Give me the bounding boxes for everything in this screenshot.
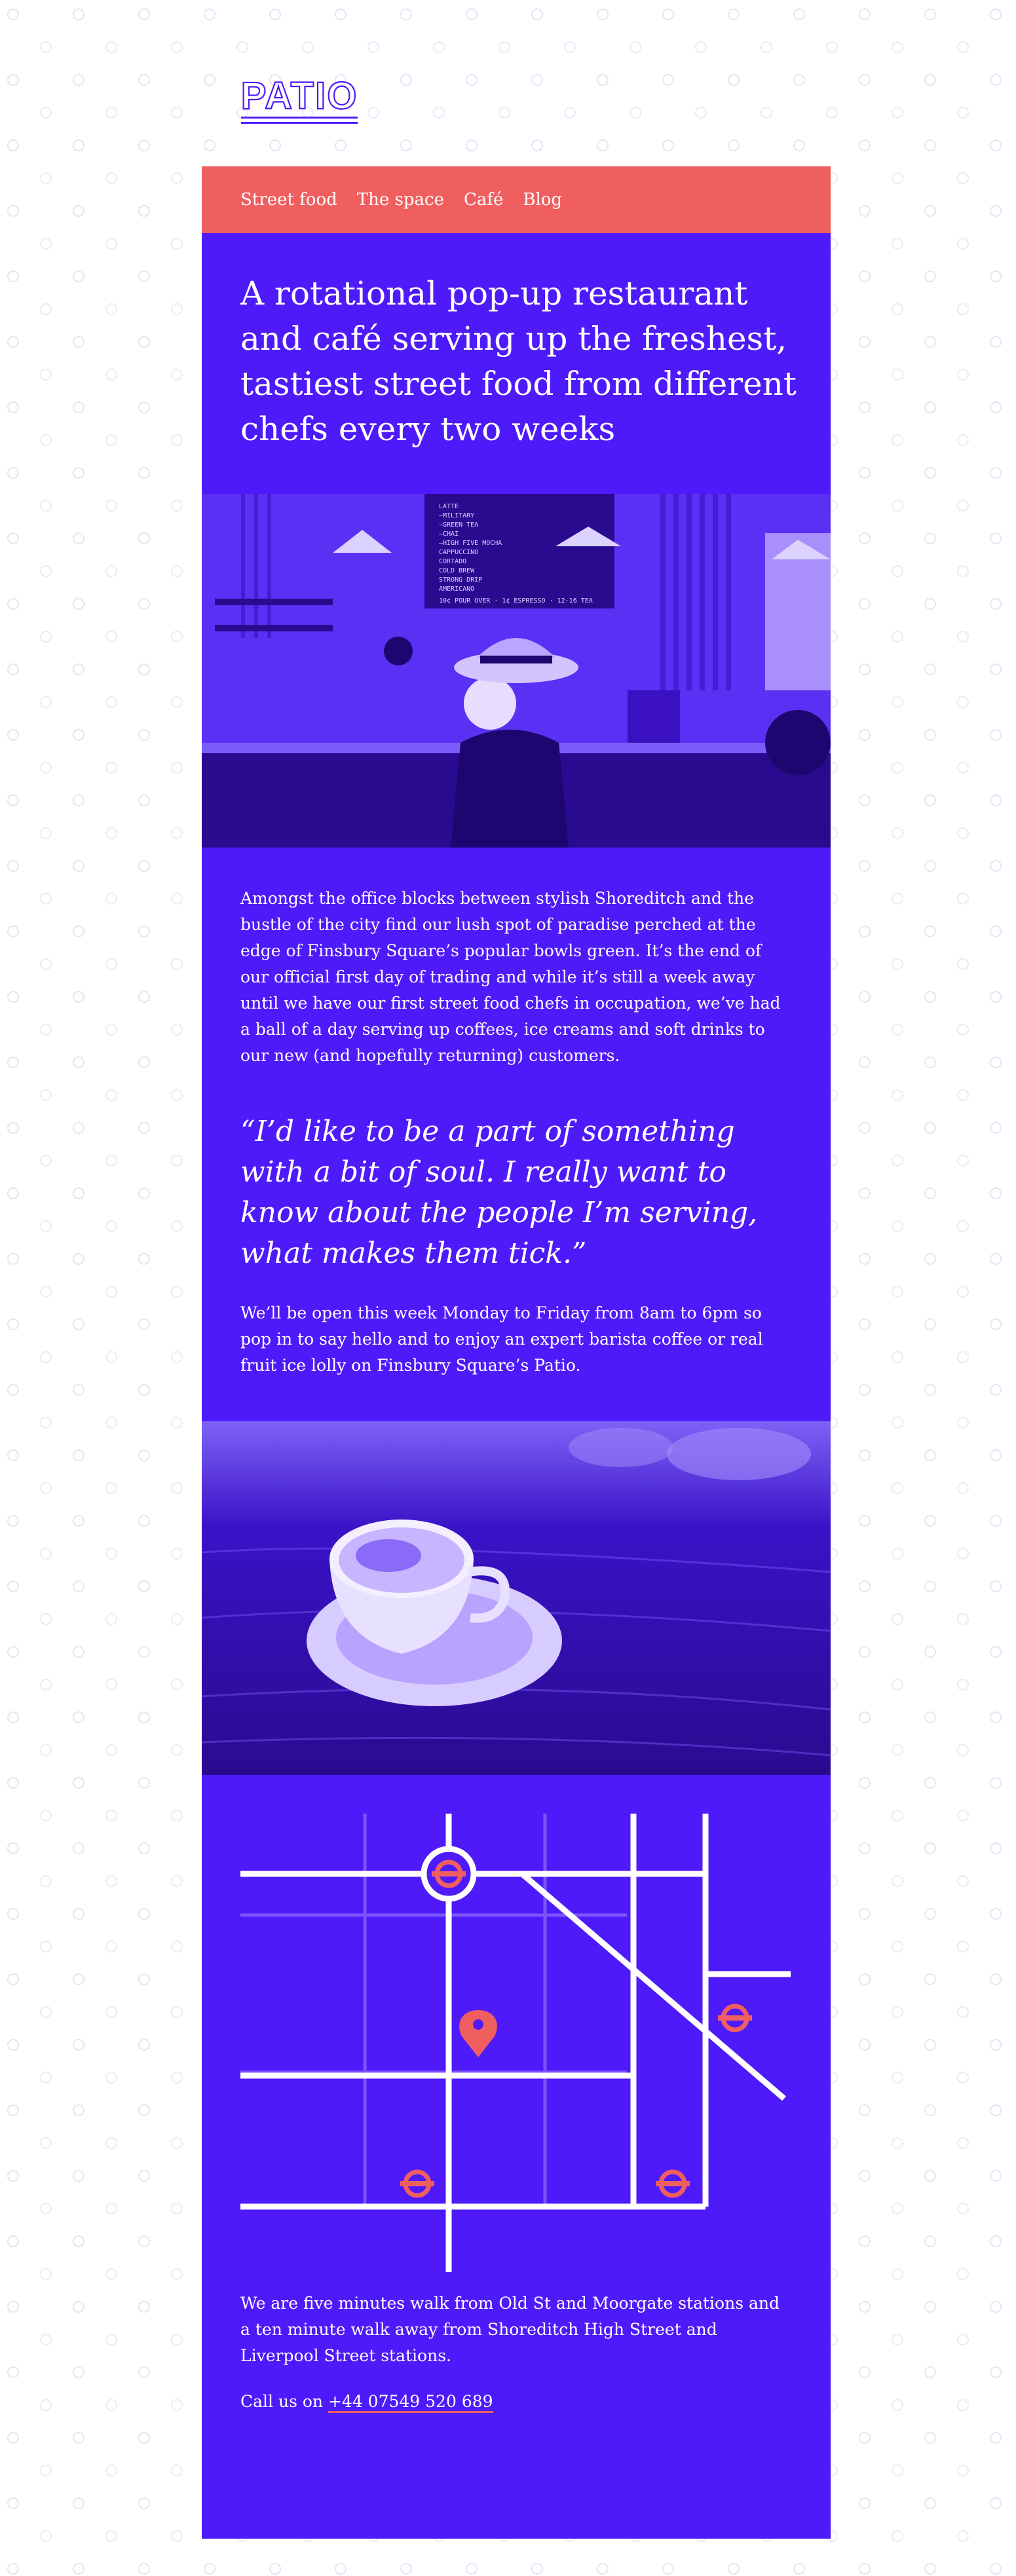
station-shoreditch-icon	[718, 2004, 752, 2032]
nav-the-space[interactable]: The space	[357, 190, 444, 210]
svg-text:—GREEN TEA: —GREEN TEA	[439, 521, 478, 529]
location-map[interactable]	[240, 1814, 791, 2272]
opening-hours-paragraph: We’ll be open this week Monday to Friday…	[240, 1303, 763, 1375]
main-card: Street food The space Café Blog A rotati…	[202, 166, 831, 2539]
main-nav: Street food The space Café Blog	[202, 166, 831, 233]
patio-logo[interactable]: PATIO	[240, 76, 358, 127]
svg-text:COLD BREW: COLD BREW	[439, 567, 475, 574]
page-headline: A rotational pop-up restaurant and café …	[240, 274, 797, 448]
svg-text:CAPPUCCINO: CAPPUCCINO	[439, 549, 478, 556]
call-line: Call us on +44 07549 520 689	[240, 2389, 493, 2415]
intro-paragraph: Amongst the office blocks between stylis…	[240, 889, 781, 1065]
svg-text:STRONG DRIP: STRONG DRIP	[439, 576, 482, 584]
stations-paragraph: We are five minutes walk from Old St and…	[240, 2294, 780, 2365]
nav-cafe[interactable]: Café	[464, 190, 503, 210]
svg-text:LATTE: LATTE	[439, 503, 459, 510]
logo-wordmark: PATIO	[241, 76, 358, 117]
station-old-street-icon	[421, 1846, 477, 1902]
svg-text:—HIGH FIVE MOCHA: —HIGH FIVE MOCHA	[439, 540, 502, 547]
pull-quote: “I’d like to be a part of something with…	[240, 1115, 758, 1270]
cafe-interior-photo: LATTE —MILITARY —GREEN TEA —CHAI —HIGH F…	[202, 494, 831, 848]
location-pin-icon	[459, 2010, 497, 2057]
call-prefix: Call us on	[240, 2392, 324, 2411]
nav-street-food[interactable]: Street food	[240, 190, 337, 210]
station-liverpool-street-icon	[656, 2169, 690, 2198]
svg-text:CORTADO: CORTADO	[439, 558, 466, 565]
svg-text:—CHAI: —CHAI	[439, 531, 459, 538]
phone-link[interactable]: +44 07549 520 689	[328, 2392, 493, 2413]
nav-blog[interactable]: Blog	[523, 190, 562, 210]
svg-text:AMERICANO: AMERICANO	[439, 586, 474, 593]
station-moorgate-icon	[400, 2169, 434, 2198]
svg-text:10¢ POUR OVER · 1¢ ESPRESSO ·: 10¢ POUR OVER · 1¢ ESPRESSO · 12-16 TEA	[439, 597, 593, 605]
coffee-cup-photo	[202, 1421, 831, 1775]
svg-text:—MILITARY: —MILITARY	[439, 512, 474, 519]
